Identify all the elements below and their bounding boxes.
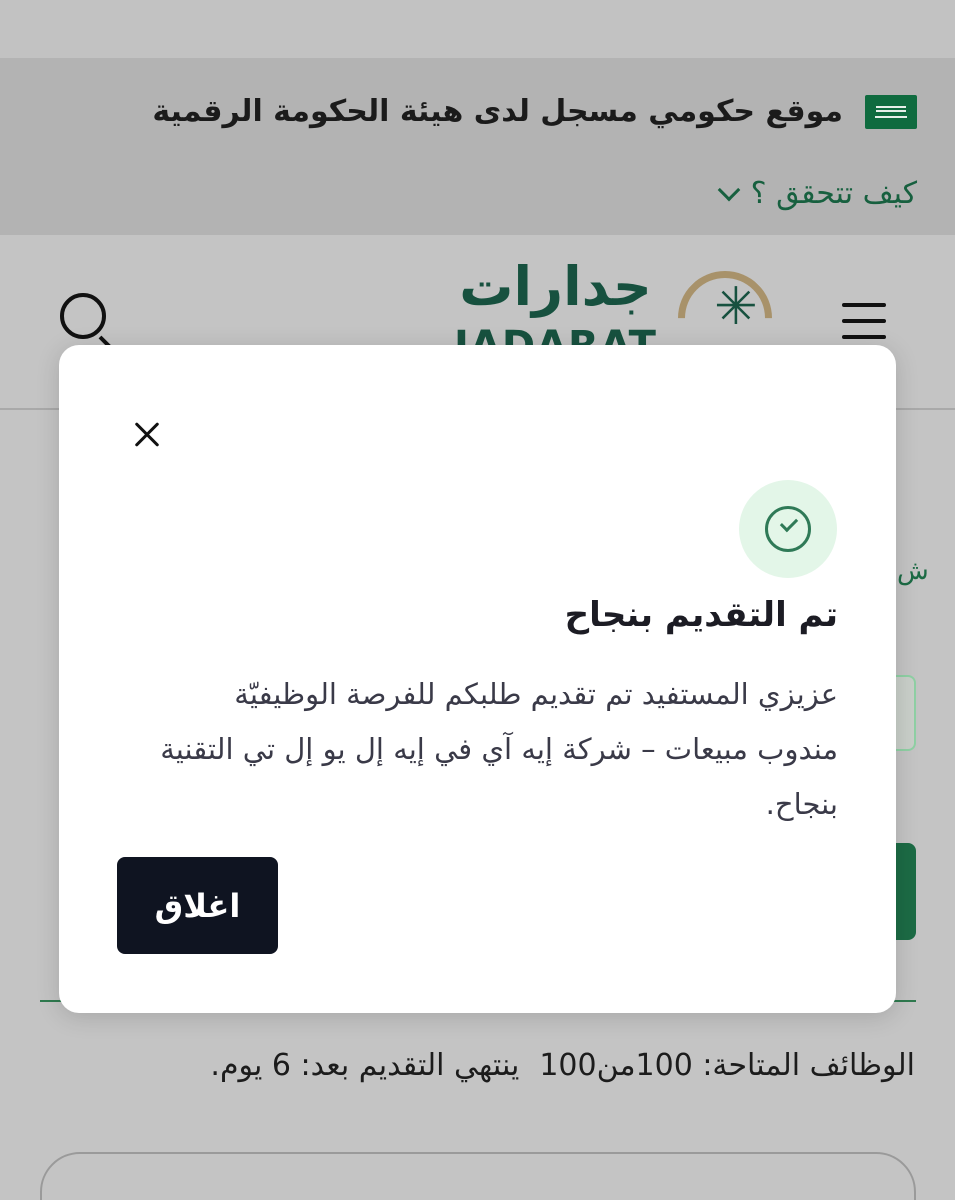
background-text-fragment: ش (897, 556, 929, 586)
dialog-title: تم التقديم بنجاح (564, 595, 838, 635)
job-stats: الوظائف المتاحة: 100من100 ينتهي التقديم … (210, 1048, 915, 1083)
saudi-flag-icon (865, 94, 917, 129)
how-to-verify-label: كيف تتحقق ؟ (750, 176, 917, 211)
close-button[interactable]: اغلاق (117, 857, 278, 954)
success-dialog: تم التقديم بنجاح عزيزي المستفيد تم تقديم… (59, 345, 896, 1013)
gov-verification-banner: موقع حكومي مسجل لدى هيئة الحكومة الرقمية… (0, 58, 955, 235)
gov-notice-text: موقع حكومي مسجل لدى هيئة الحكومة الرقمية (152, 94, 843, 129)
status-strip (0, 0, 955, 58)
gov-notice: موقع حكومي مسجل لدى هيئة الحكومة الرقمية (152, 94, 917, 129)
hamburger-menu-icon[interactable] (842, 303, 886, 343)
how-to-verify-toggle[interactable]: كيف تتحقق ؟ (717, 176, 917, 211)
jobs-available: الوظائف المتاحة: 100من100 (539, 1048, 915, 1083)
dialog-message: عزيزي المستفيد تم تقديم طلبكم للفرصة الو… (160, 677, 838, 821)
chevron-down-icon (717, 178, 740, 201)
logo-arabic-text: جدارات (459, 255, 652, 318)
close-icon[interactable] (129, 417, 165, 453)
search-icon[interactable] (60, 293, 116, 352)
check-circle-icon (739, 480, 837, 578)
background-card (40, 1152, 916, 1200)
background-input-fragment (894, 675, 916, 751)
application-deadline: ينتهي التقديم بعد: 6 يوم. (210, 1048, 520, 1083)
